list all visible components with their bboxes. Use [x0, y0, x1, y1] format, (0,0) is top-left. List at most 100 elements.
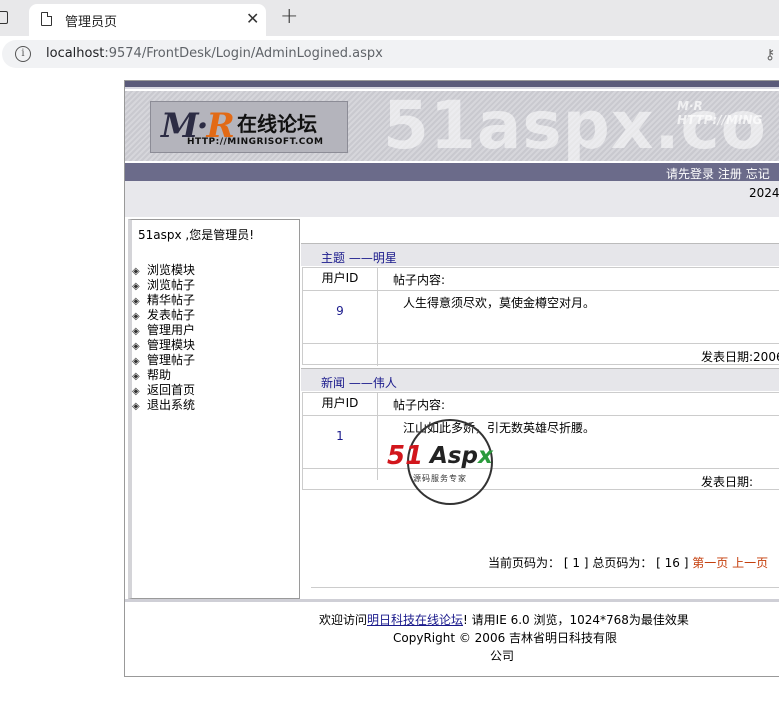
- post-date: 发表日期:2006: [701, 350, 779, 364]
- current-page-label: 当前页码为：: [488, 556, 561, 570]
- sidebar-item-manage-modules[interactable]: ◈ 管理模块: [132, 338, 195, 353]
- footer-welcome: 欢迎访问明日科技在线论坛! 请用IE 6.0 浏览，1024*768为最佳效果: [319, 611, 689, 629]
- logo-url: HTTP://MINGRISOFT.COM: [187, 137, 324, 147]
- date-bar: 2024,: [125, 181, 779, 217]
- post-header: 主题 ——明星: [301, 243, 779, 266]
- bullet-icon: ◈: [132, 386, 140, 397]
- post-table: 用户ID 帖子内容: 9 人生得意须尽欢，莫使金樽空对月。 发表日期:2006: [302, 267, 779, 366]
- banner-small-text: M·R HTTP://MING: [677, 99, 763, 127]
- browser-tab-bar: 管理员页 ✕ +: [0, 0, 779, 36]
- top-band: [125, 81, 779, 89]
- url-path: :9574/FrontDesk/Login/AdminLogined.aspx: [104, 46, 383, 61]
- post-header: 新闻 ——伟人: [301, 368, 779, 391]
- sidebar-item-featured-posts[interactable]: ◈ 精华帖子: [132, 293, 195, 308]
- sidebar-item-manage-users[interactable]: ◈ 管理用户: [132, 323, 195, 338]
- user-id-label: 用户ID: [303, 268, 378, 290]
- page-frame: 51aspx.co M·R HTTP://MING M·R 在线论坛 HTTP:…: [124, 80, 779, 677]
- user-id-label: 用户ID: [303, 393, 378, 415]
- post-footer-left: [303, 344, 378, 366]
- current-date: 2024,: [749, 186, 779, 200]
- url-host: localhost: [46, 46, 105, 61]
- forum-home-link[interactable]: 明日科技在线论坛: [367, 613, 463, 627]
- post-footer-left: [303, 469, 378, 480]
- watermark-brand-x: x: [477, 443, 493, 469]
- first-page-link[interactable]: 第一页: [692, 556, 728, 570]
- watermark-brand-main: Asp: [430, 443, 478, 469]
- footer-copyright: CopyRight © 2006 吉林省明日科技有限: [393, 631, 618, 645]
- sidebar-item-label: 浏览模块: [147, 263, 196, 277]
- pagination: 当前页码为： [ 1 ] 总页码为： [ 16 ] 第一页 上一页: [488, 554, 768, 571]
- sidebar-item-label: 浏览帖子: [147, 278, 196, 292]
- footer-suffix: ! 请用IE 6.0 浏览，1024*768为最佳效果: [463, 613, 689, 627]
- sidebar-item-label: 精华帖子: [147, 293, 196, 307]
- sidebar-menu: ◈ 浏览模块 ◈ 浏览帖子 ◈ 精华帖子 ◈ 发表帖子 ◈ 管理用户 ◈ 管理模块 ◈ 管理帖…: [132, 263, 195, 413]
- sidebar-item-label: 返回首页: [147, 383, 196, 397]
- total-pages-value: [ 16 ]: [656, 556, 689, 570]
- login-link[interactable]: 请先登录: [666, 167, 714, 181]
- user-id-value[interactable]: 1: [303, 415, 378, 468]
- bullet-icon: ◈: [132, 311, 140, 322]
- url-text[interactable]: localhost:9574/FrontDesk/Login/AdminLogi…: [46, 46, 383, 61]
- bullet-icon: ◈: [132, 356, 140, 367]
- prev-page-link[interactable]: 上一页: [732, 556, 768, 570]
- bullet-icon: ◈: [132, 341, 140, 352]
- bullet-icon: ◈: [132, 266, 140, 277]
- watermark-subtitle: 源码服务专家: [413, 474, 467, 483]
- post-list: 主题 ——明星 用户ID 帖子内容: 9 人生得意须尽欢，莫使金樽空对月。 发表…: [301, 219, 779, 599]
- page-icon: [41, 12, 52, 26]
- content-label: 帖子内容:: [393, 273, 446, 287]
- sidebar-item-logout[interactable]: ◈ 退出系统: [132, 398, 195, 413]
- welcome-text: 51aspx ,您是管理员!: [138, 228, 255, 242]
- nav-links: 请先登录 注册 忘记: [666, 165, 770, 182]
- sidebar: 51aspx ,您是管理员! ◈ 浏览模块 ◈ 浏览帖子 ◈ 精华帖子 ◈ 发表帖子 ◈…: [128, 219, 300, 599]
- register-link[interactable]: 注册: [718, 167, 742, 181]
- close-icon[interactable]: ✕: [246, 9, 259, 28]
- bullet-icon: ◈: [132, 281, 140, 292]
- sidebar-item-label: 退出系统: [147, 398, 196, 412]
- post-footer: 发表日期:2006: [303, 343, 779, 366]
- current-page-value: [ 1 ]: [563, 556, 589, 570]
- key-icon[interactable]: ⚷: [765, 47, 775, 63]
- pager-divider: [311, 587, 779, 588]
- post-topic[interactable]: 新闻 ——伟人: [321, 374, 397, 391]
- sidebar-item-home[interactable]: ◈ 返回首页: [132, 383, 195, 398]
- info-icon[interactable]: i: [15, 46, 31, 62]
- window-menu-icon[interactable]: [0, 11, 8, 24]
- footer-divider: [125, 599, 779, 602]
- logo-title: 在线论坛: [237, 112, 317, 136]
- user-id-value[interactable]: 9: [303, 290, 378, 343]
- forum-logo[interactable]: M·R 在线论坛 HTTP://MINGRISOFT.COM: [150, 101, 348, 153]
- sidebar-item-label: 管理模块: [147, 338, 196, 352]
- banner: 51aspx.co M·R HTTP://MING M·R 在线论坛 HTTP:…: [125, 91, 779, 161]
- tab-title: 管理员页: [65, 15, 118, 30]
- bullet-icon: ◈: [132, 296, 140, 307]
- footer-company-tail: 公司: [490, 649, 515, 663]
- post-topic[interactable]: 主题 ——明星: [321, 249, 397, 266]
- sidebar-item-browse-modules[interactable]: ◈ 浏览模块: [132, 263, 195, 278]
- watermark-number: 51: [387, 441, 424, 471]
- sidebar-item-label: 发表帖子: [147, 308, 196, 322]
- sidebar-item-label: 管理用户: [147, 323, 196, 337]
- url-field[interactable]: i localhost:9574/FrontDesk/Login/AdminLo…: [2, 40, 779, 68]
- post-body-text: 人生得意须尽欢，莫使金樽空对月。: [403, 296, 596, 310]
- sidebar-item-label: 帮助: [147, 368, 172, 382]
- footer-prefix: 欢迎访问: [319, 613, 368, 627]
- sidebar-item-help[interactable]: ◈ 帮助: [132, 368, 195, 383]
- post-date: 发表日期:: [701, 475, 754, 489]
- bullet-icon: ◈: [132, 401, 140, 412]
- browser-tab[interactable]: 管理员页 ✕: [29, 4, 266, 36]
- bullet-icon: ◈: [132, 371, 140, 382]
- sidebar-item-manage-posts[interactable]: ◈ 管理帖子: [132, 353, 195, 368]
- new-tab-button[interactable]: +: [280, 4, 298, 29]
- sidebar-item-new-post[interactable]: ◈ 发表帖子: [132, 308, 195, 323]
- watermark-brand: Aspx: [430, 443, 493, 469]
- watermark-logo: 51 Aspx 源码服务专家: [387, 419, 517, 505]
- bullet-icon: ◈: [132, 326, 140, 337]
- content-label: 帖子内容:: [393, 398, 446, 412]
- address-bar: i localhost:9574/FrontDesk/Login/AdminLo…: [0, 36, 779, 72]
- sidebar-item-browse-posts[interactable]: ◈ 浏览帖子: [132, 278, 195, 293]
- forgot-link[interactable]: 忘记: [746, 167, 770, 181]
- post-body: 人生得意须尽欢，莫使金樽空对月。: [378, 290, 779, 343]
- nav-bar: 请先登录 注册 忘记: [125, 163, 779, 181]
- total-pages-label: 总页码为：: [592, 556, 653, 570]
